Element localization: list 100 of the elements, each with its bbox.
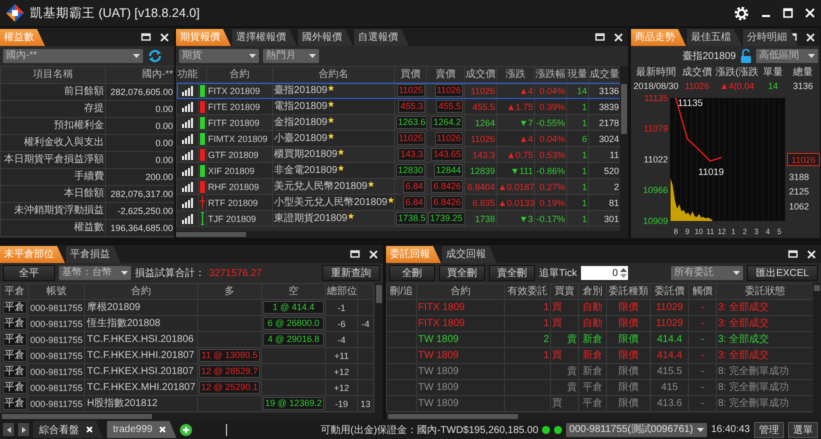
- ask-price[interactable]: 11026: [434, 84, 463, 97]
- close-position-button[interactable]: 平倉: [2, 349, 26, 362]
- close-icon[interactable]: [806, 32, 815, 42]
- quote-row[interactable]: FIMTX 201809 小臺201809 11025 11026 11026 ▲4 0.04% 6 3024: [176, 130, 620, 146]
- close-icon[interactable]: [369, 250, 378, 258]
- chart-icon[interactable]: [182, 118, 194, 128]
- spinner-arrows-icon[interactable]: [620, 267, 627, 279]
- add-icon[interactable]: [180, 424, 192, 436]
- close-position-button[interactable]: 平倉: [2, 317, 26, 330]
- chart-icon[interactable]: [182, 214, 194, 224]
- lock-icon[interactable]: [740, 49, 752, 63]
- range-dropdown[interactable]: 高低區間: [756, 49, 818, 63]
- filter-dropdown[interactable]: 熱門月: [263, 49, 319, 63]
- close-position-button[interactable]: 平倉: [2, 365, 26, 378]
- bid-price[interactable]: 6.84: [403, 196, 425, 209]
- close-position-button[interactable]: 平倉: [2, 301, 26, 314]
- ask-price[interactable]: 455.5: [436, 100, 463, 113]
- filter-dropdown[interactable]: 期貨: [179, 49, 259, 63]
- order-row[interactable]: TW 1809 2 賣 新倉 限價 414.4 - 3: 全部成交: [386, 332, 813, 348]
- position-quantity[interactable]: 19 @ 12369.2: [263, 397, 324, 410]
- chart-icon[interactable]: [182, 198, 194, 208]
- quote-row[interactable]: GTF 201809 櫃買期201809 143.3 143.65 143.3 ▲0.75 0.53% 1 11: [176, 146, 620, 162]
- quote-row[interactable]: FITF 201809 金指201809 1263.6 1264.2 1264 ▼7 -0.55% 1 2178: [176, 114, 620, 130]
- chart-icon[interactable]: [182, 102, 194, 112]
- scrollbar[interactable]: [620, 66, 628, 231]
- scroll-right-button[interactable]: [18, 423, 29, 436]
- order-row[interactable]: TW 1809 買 平倉 限價 413.6 - 8: 完全刪單成功: [386, 396, 813, 412]
- tab[interactable]: 自選報價: [354, 29, 409, 46]
- bid-price[interactable]: 1263.6: [396, 116, 426, 129]
- position-quantity[interactable]: 6 @ 26800.0: [263, 317, 324, 330]
- ask-price[interactable]: 1264.2: [431, 116, 463, 129]
- position-quantity[interactable]: 12 @ 25290.1: [199, 381, 260, 394]
- currency-dropdown[interactable]: 基幣：台幣: [59, 266, 131, 280]
- chart-icon[interactable]: [182, 86, 194, 96]
- bid-price[interactable]: 12830: [396, 164, 426, 177]
- taskbar-button[interactable]: 管理: [754, 422, 784, 438]
- order-row[interactable]: TW 1809 1 買 新倉 限價 414.4 - 3: 全部成交: [386, 348, 813, 364]
- market-dropdown[interactable]: 國內-**: [3, 49, 143, 63]
- cancel-button[interactable]: 賣全刪: [489, 265, 535, 281]
- position-quantity[interactable]: 11 @ 13080.5: [199, 349, 260, 362]
- ask-price[interactable]: 1739.25: [428, 212, 464, 225]
- bid-price[interactable]: 143.3: [398, 148, 425, 161]
- cancel-button[interactable]: 全刪: [389, 265, 435, 281]
- account-dropdown[interactable]: 000-9811755(測試0096761): [566, 422, 708, 436]
- scrollbar[interactable]: [0, 413, 383, 420]
- bid-price[interactable]: 6.84: [403, 180, 425, 193]
- close-icon[interactable]: [160, 32, 169, 42]
- scrollbar[interactable]: [386, 413, 821, 420]
- order-row[interactable]: TW 1809 賣 新倉 限價 415.5 - 8: 完全刪單成功: [386, 364, 813, 380]
- tab[interactable]: 選擇權報價: [232, 29, 297, 46]
- order-row[interactable]: TW 1809 賣 平倉 限價 415 - 8: 完全刪單成功: [386, 380, 813, 396]
- scroll-left-button[interactable]: [3, 423, 14, 436]
- bid-price[interactable]: 1738.5: [396, 212, 426, 225]
- chart-icon[interactable]: [182, 182, 194, 192]
- position-quantity[interactable]: 12 @ 28529.7: [199, 365, 260, 378]
- taskbar-button[interactable]: 選單: [788, 422, 818, 438]
- maximize-icon[interactable]: [783, 8, 793, 18]
- close-all-button[interactable]: 全平: [3, 265, 55, 281]
- chart-icon[interactable]: [182, 150, 194, 160]
- position-quantity[interactable]: 4 @ 29016.8: [263, 333, 324, 346]
- refresh-icon[interactable]: [147, 49, 163, 63]
- quote-row[interactable]: FITE 201809 電指201809 455.3 455.5 455.5 ▲1.75 0.39% 1 3839: [176, 98, 620, 114]
- chart-icon[interactable]: [182, 134, 194, 144]
- restore-icon[interactable]: [788, 250, 798, 258]
- tab[interactable]: 平倉損益: [66, 246, 121, 263]
- bid-price[interactable]: 11025: [396, 84, 425, 97]
- quote-row[interactable]: XIF 201809 非金電201809 12830 12844 12839 ▼111 -0.86% 1 520: [176, 162, 620, 178]
- order-row[interactable]: FITX 1809 1 買 自動 限價 11029 - 3: 全部成交: [386, 300, 813, 316]
- chart-icon[interactable]: [182, 166, 194, 176]
- close-icon[interactable]: [614, 32, 623, 42]
- requery-button[interactable]: 重新查詢: [322, 265, 380, 281]
- scrollbar[interactable]: [813, 283, 821, 413]
- tab[interactable]: 國外報價: [298, 29, 353, 46]
- position-quantity[interactable]: 1 @ 414.4: [263, 301, 324, 314]
- ask-price[interactable]: 6.8426: [431, 180, 463, 193]
- tab[interactable]: 成交回報: [442, 246, 497, 263]
- tick-spinner[interactable]: 0: [580, 266, 628, 280]
- scrollbar[interactable]: [176, 231, 628, 238]
- ask-price[interactable]: 143.65: [431, 148, 463, 161]
- scrollbar[interactable]: [375, 283, 383, 413]
- cancel-button[interactable]: 買全刪: [439, 265, 485, 281]
- restore-icon[interactable]: [595, 33, 605, 41]
- tab[interactable]: 最佳五檔: [687, 29, 742, 46]
- quote-row[interactable]: TJF 201809 東證期貨201809 1738.5 1739.25 1738 ▼3 -0.17% 1 301: [176, 210, 620, 226]
- bid-price[interactable]: 455.3: [398, 100, 425, 113]
- order-row[interactable]: FITX 1809 1 買 自動 限價 11029 - 3: 全部成交: [386, 316, 813, 332]
- close-position-button[interactable]: 平倉: [2, 333, 26, 346]
- ask-price[interactable]: 6.8426: [431, 196, 463, 209]
- workspace-tab[interactable]: trade999: [107, 421, 176, 438]
- bid-price[interactable]: 11025: [396, 132, 425, 145]
- close-position-button[interactable]: 平倉: [2, 397, 26, 410]
- ask-price[interactable]: 12844: [434, 164, 463, 177]
- ask-price[interactable]: 11026: [434, 132, 463, 145]
- tab[interactable]: 分時明細: [743, 29, 798, 46]
- quote-row[interactable]: FITX 201809 臺指201809 11025 11026 11026 ▲4 0.04% 14 3136: [176, 82, 620, 98]
- restore-icon[interactable]: [350, 250, 360, 258]
- workspace-tab[interactable]: 綜合看盤: [33, 421, 103, 438]
- close-icon[interactable]: [807, 250, 816, 258]
- restore-icon[interactable]: [141, 33, 151, 41]
- export-button[interactable]: 匯出EXCEL: [747, 265, 818, 281]
